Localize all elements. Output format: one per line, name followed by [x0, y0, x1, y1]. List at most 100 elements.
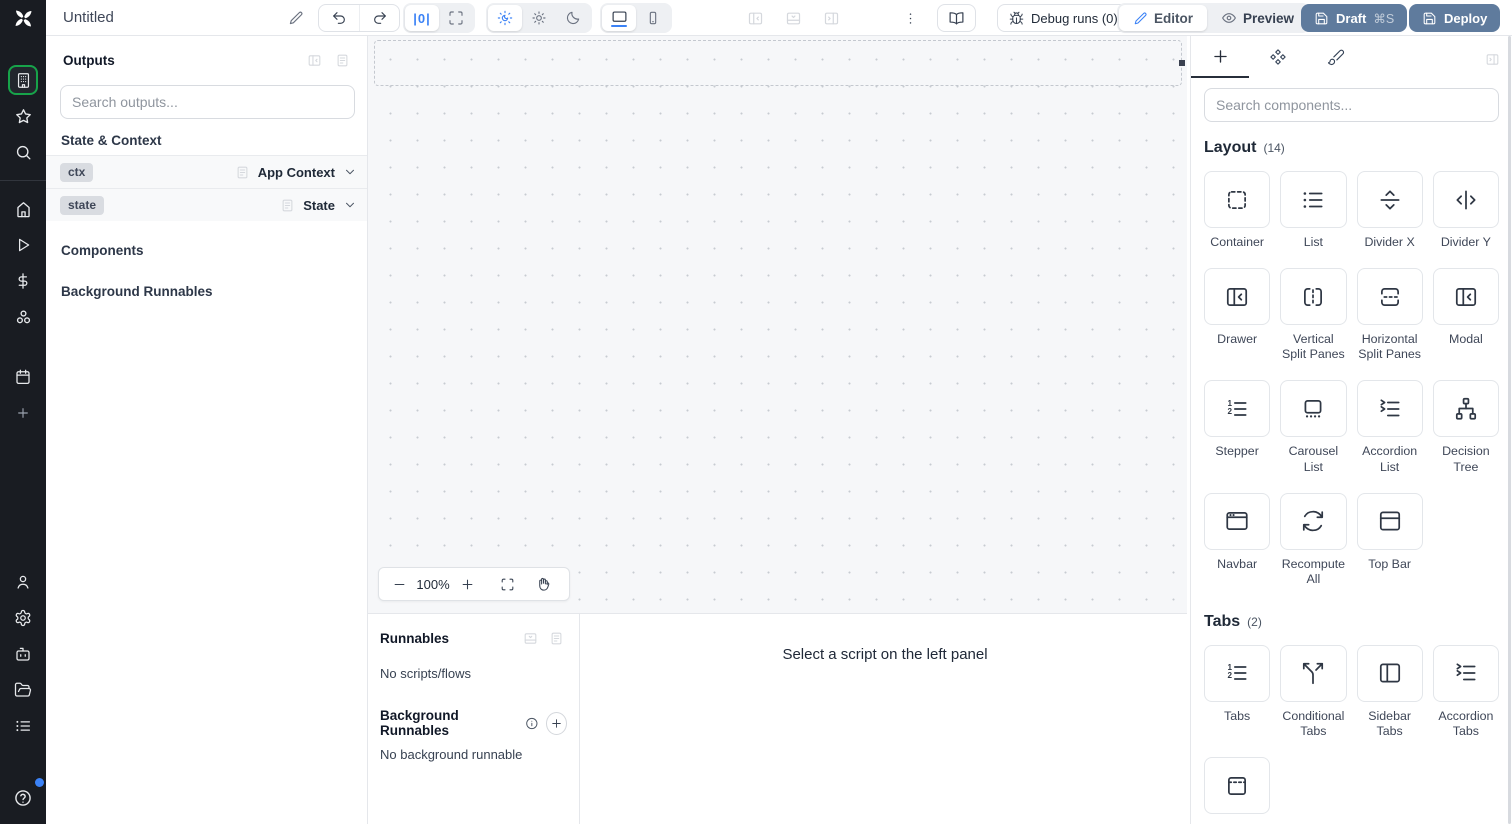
outputs-search-input[interactable]: [72, 94, 343, 110]
runnables-doc-button[interactable]: [545, 627, 567, 649]
component-card-vertical-split[interactable]: Vertical Split Panes: [1280, 268, 1347, 362]
sidebar-item-workers[interactable]: [0, 636, 46, 672]
divider-x-icon: [1380, 189, 1400, 210]
sidebar-item-schedules[interactable]: [0, 359, 46, 395]
toggle-left-panel-button[interactable]: [741, 4, 769, 32]
collapse-components-button[interactable]: [1482, 49, 1502, 69]
sidebar-item-resources[interactable]: [0, 299, 46, 335]
modal-icon: [1455, 287, 1476, 306]
component-card-navbar[interactable]: Navbar: [1204, 492, 1271, 587]
fit-view-button[interactable]: [439, 5, 473, 31]
left-sidebar: [0, 36, 46, 824]
smartphone-icon: [649, 11, 657, 25]
editor-tab[interactable]: Editor: [1119, 5, 1207, 31]
row-resize-handle[interactable]: [1179, 60, 1185, 66]
undo-button[interactable]: [319, 5, 359, 31]
sidebar-item-more[interactable]: [0, 395, 46, 431]
sidebar-item-folders[interactable]: [0, 672, 46, 708]
component-card-accordion-tabs[interactable]: Accordion Tabs: [1432, 644, 1499, 739]
component-card-divider-y[interactable]: Divider Y: [1432, 171, 1499, 250]
divider-y-icon: [1456, 189, 1476, 210]
component-card-list[interactable]: List: [1280, 171, 1347, 250]
toggle-bottom-panel-button[interactable]: [779, 4, 807, 32]
deploy-label: Deploy: [1444, 10, 1488, 26]
zoom-in-button[interactable]: [455, 572, 479, 596]
component-card-carousel[interactable]: Carousel List: [1280, 380, 1347, 474]
component-card-drawer[interactable]: Drawer: [1204, 268, 1271, 362]
theme-light-button[interactable]: [522, 5, 556, 31]
conditional-tabs-icon: [1303, 663, 1324, 685]
state-badge: state: [60, 195, 105, 215]
outputs-doc-button[interactable]: [331, 49, 353, 71]
layout-components-grid: Container List Divider X Divider Y Drawe…: [1191, 157, 1512, 587]
debug-runs-button[interactable]: Debug runs (0): [997, 4, 1130, 32]
component-card-stepper[interactable]: 12 Stepper: [1204, 380, 1271, 474]
tab-styling[interactable]: [1307, 36, 1365, 78]
sidebar-item-variables[interactable]: [0, 263, 46, 299]
component-card-accordion-list[interactable]: Accordion List: [1356, 380, 1423, 474]
sidebar-item-help[interactable]: [0, 778, 46, 816]
ctx-row[interactable]: ctx App Context: [46, 155, 367, 188]
top-bar-icon: [1379, 511, 1400, 531]
outputs-search[interactable]: [60, 85, 355, 119]
component-card-horizontal-split[interactable]: Horizontal Split Panes: [1356, 268, 1423, 362]
component-card-modal[interactable]: Modal: [1432, 268, 1499, 362]
sidebar-item-favorites[interactable]: [0, 98, 46, 134]
sidebar-item-user[interactable]: [0, 564, 46, 600]
edit-title-button[interactable]: [282, 4, 310, 32]
desktop-view-button[interactable]: [602, 5, 636, 31]
sidebar-item-search[interactable]: [0, 134, 46, 170]
tab-component-settings[interactable]: [1249, 36, 1307, 78]
component-card-top-bar[interactable]: Top Bar: [1356, 492, 1423, 587]
redo-button[interactable]: [359, 5, 399, 31]
windmill-logo[interactable]: [0, 0, 46, 36]
draft-button[interactable]: Draft ⌘S: [1301, 4, 1408, 32]
component-card-sidebar-tabs[interactable]: Sidebar Tabs: [1356, 644, 1423, 739]
component-card-conditional-tabs[interactable]: Conditional Tabs: [1280, 644, 1347, 739]
zoom-reset-button[interactable]: |0|: [405, 5, 439, 31]
more-menu-button[interactable]: [896, 4, 924, 32]
deploy-button[interactable]: Deploy: [1409, 4, 1501, 32]
components-search[interactable]: [1204, 88, 1499, 122]
sun-icon: [532, 11, 546, 25]
component-card-divider-x[interactable]: Divider X: [1356, 171, 1423, 250]
theme-toggle-group: [486, 3, 592, 33]
chevron-down-icon: [346, 202, 354, 208]
theme-dark-button[interactable]: [556, 5, 590, 31]
fit-canvas-button[interactable]: [495, 572, 519, 596]
state-row[interactable]: state State: [46, 188, 367, 221]
tab-insert-component[interactable]: [1191, 36, 1249, 78]
hand-icon: [538, 577, 549, 591]
theme-auto-button[interactable]: [488, 5, 522, 31]
components-search-input[interactable]: [1216, 97, 1487, 113]
building-icon: [17, 72, 29, 88]
sidebar-item-list[interactable]: [0, 708, 46, 744]
app-title[interactable]: Untitled: [63, 0, 114, 36]
collapse-runnables-button[interactable]: [519, 627, 541, 649]
components-scrollbar[interactable]: [1508, 36, 1511, 824]
panel-left-icon: [748, 12, 762, 24]
sidebar-item-runs[interactable]: [0, 227, 46, 263]
component-card-recompute-all[interactable]: Recompute All: [1280, 492, 1347, 587]
empty-grid-row[interactable]: [374, 40, 1185, 86]
select-script-hint: Select a script on the left panel: [782, 646, 988, 663]
device-toggle-group: [600, 3, 672, 33]
docs-button[interactable]: [937, 4, 976, 32]
component-card-container[interactable]: Container: [1204, 171, 1271, 250]
app-canvas[interactable]: 100%: [368, 36, 1187, 614]
add-background-runnable-button[interactable]: [545, 711, 567, 735]
zoom-out-button[interactable]: [387, 572, 411, 596]
sidebar-item-home[interactable]: [0, 191, 46, 227]
pan-tool-button[interactable]: [531, 572, 555, 596]
toggle-right-panel-button[interactable]: [817, 4, 845, 32]
sidebar-item-app-builder[interactable]: [0, 62, 46, 98]
editor-label: Editor: [1154, 10, 1193, 26]
component-card-decision-tree[interactable]: Decision Tree: [1432, 380, 1499, 474]
sidebar-item-settings[interactable]: [0, 600, 46, 636]
preview-tab[interactable]: Preview: [1207, 5, 1308, 31]
mobile-view-button[interactable]: [636, 5, 670, 31]
component-card-partial[interactable]: [1204, 757, 1271, 815]
collapse-outputs-button[interactable]: [303, 49, 325, 71]
star-icon: [15, 108, 31, 123]
component-card-tabs[interactable]: 12 Tabs: [1204, 644, 1271, 739]
